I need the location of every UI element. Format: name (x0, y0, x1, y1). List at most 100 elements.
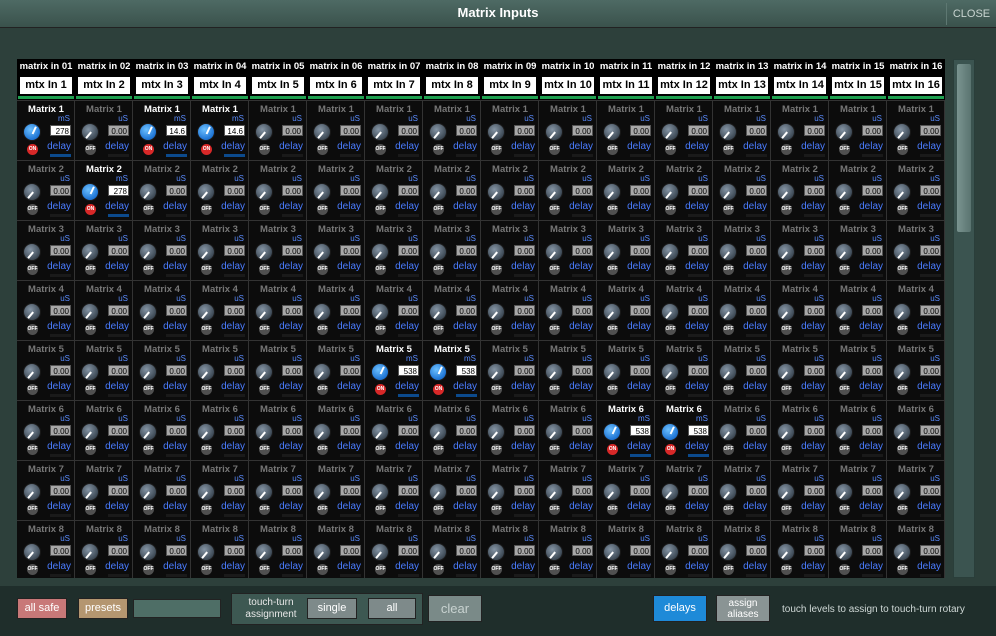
on-off-button[interactable]: OFF (723, 504, 734, 515)
matrix-cell[interactable]: Matrix 6 uS 0.00 OFF delay (191, 400, 249, 460)
matrix-cell[interactable]: Matrix 4 uS 0.00 OFF delay (655, 280, 713, 340)
on-off-button[interactable]: OFF (85, 144, 96, 155)
on-off-button[interactable]: OFF (85, 504, 96, 515)
delay-value[interactable]: 0.00 (340, 245, 361, 256)
delay-knob[interactable] (777, 423, 795, 441)
delay-value[interactable]: 0.00 (50, 425, 71, 436)
matrix-cell[interactable]: Matrix 8 uS 0.00 OFF delay (829, 520, 887, 578)
delay-value[interactable]: 0.00 (746, 485, 767, 496)
matrix-cell[interactable]: Matrix 8 uS 0.00 OFF delay (133, 520, 191, 578)
alias-label[interactable]: mtx In 16 (890, 77, 942, 94)
delay-knob[interactable] (835, 543, 853, 561)
delay-value[interactable]: 0.00 (514, 305, 535, 316)
on-off-button[interactable]: OFF (201, 384, 212, 395)
delay-value[interactable]: 0.00 (688, 365, 709, 376)
delay-value[interactable]: 0.00 (804, 185, 825, 196)
delay-value[interactable]: 0.00 (514, 185, 535, 196)
delay-value[interactable]: 0.00 (50, 245, 71, 256)
on-off-button[interactable]: OFF (839, 264, 850, 275)
delay-knob[interactable] (23, 483, 41, 501)
on-off-button[interactable]: OFF (27, 564, 38, 575)
matrix-cell[interactable]: Matrix 3 uS 0.00 OFF delay (17, 220, 75, 280)
matrix-cell[interactable]: Matrix 4 uS 0.00 OFF delay (249, 280, 307, 340)
on-off-button[interactable]: OFF (723, 564, 734, 575)
on-off-button[interactable]: OFF (259, 384, 270, 395)
delay-knob[interactable] (255, 183, 273, 201)
delay-knob[interactable] (545, 303, 563, 321)
on-off-button[interactable]: OFF (433, 204, 444, 215)
delay-knob[interactable] (255, 363, 273, 381)
delay-value[interactable]: 0.00 (572, 305, 593, 316)
delay-value[interactable]: 0.00 (224, 305, 245, 316)
delay-knob[interactable] (313, 363, 331, 381)
delay-value[interactable]: 0.00 (224, 425, 245, 436)
delay-knob[interactable] (81, 303, 99, 321)
delay-value[interactable]: 0.00 (50, 185, 71, 196)
matrix-cell[interactable]: Matrix 2 uS 0.00 OFF delay (133, 160, 191, 220)
on-off-button[interactable]: OFF (27, 444, 38, 455)
on-off-button[interactable]: OFF (143, 564, 154, 575)
matrix-cell[interactable]: Matrix 8 uS 0.00 OFF delay (307, 520, 365, 578)
matrix-cell[interactable]: Matrix 6 uS 0.00 OFF delay (75, 400, 133, 460)
delay-knob[interactable] (719, 363, 737, 381)
matrix-cell[interactable]: Matrix 4 uS 0.00 OFF delay (539, 280, 597, 340)
delay-knob[interactable] (23, 303, 41, 321)
matrix-cell[interactable]: Matrix 1 uS 0.00 OFF delay (829, 100, 887, 160)
matrix-cell[interactable]: Matrix 3 uS 0.00 OFF delay (481, 220, 539, 280)
delay-value[interactable]: 0.00 (456, 125, 477, 136)
matrix-cell[interactable]: Matrix 6 uS 0.00 OFF delay (17, 400, 75, 460)
delay-knob[interactable] (255, 543, 273, 561)
delay-knob[interactable] (371, 543, 389, 561)
delay-value[interactable]: 14.6 (166, 125, 187, 136)
delay-value[interactable]: 0.00 (920, 185, 941, 196)
matrix-cell[interactable]: Matrix 5 uS 0.00 OFF delay (655, 340, 713, 400)
delay-knob[interactable] (545, 183, 563, 201)
matrix-cell[interactable]: Matrix 5 mS 538 ON delay (423, 340, 481, 400)
alias-label[interactable]: mtx In 3 (136, 77, 188, 94)
on-off-button[interactable]: ON (665, 444, 676, 455)
delay-knob[interactable] (81, 123, 99, 141)
delay-value[interactable]: 0.00 (398, 485, 419, 496)
matrix-cell[interactable]: Matrix 4 uS 0.00 OFF delay (481, 280, 539, 340)
matrix-cell[interactable]: Matrix 4 uS 0.00 OFF delay (191, 280, 249, 340)
on-off-button[interactable]: OFF (723, 264, 734, 275)
delay-value[interactable]: 0.00 (920, 545, 941, 556)
on-off-button[interactable]: OFF (85, 444, 96, 455)
delay-value[interactable]: 0.00 (572, 185, 593, 196)
on-off-button[interactable]: ON (27, 144, 38, 155)
matrix-cell[interactable]: Matrix 7 uS 0.00 OFF delay (539, 460, 597, 520)
delay-knob[interactable] (139, 303, 157, 321)
delay-value[interactable]: 14.6 (224, 125, 245, 136)
delay-value[interactable]: 0.00 (746, 545, 767, 556)
matrix-cell[interactable]: Matrix 5 uS 0.00 OFF delay (713, 340, 771, 400)
delay-value[interactable]: 0.00 (224, 185, 245, 196)
on-off-button[interactable]: OFF (317, 324, 328, 335)
matrix-cell[interactable]: Matrix 1 uS 0.00 OFF delay (771, 100, 829, 160)
delay-value[interactable]: 0.00 (108, 125, 129, 136)
alias-label[interactable]: mtx In 4 (194, 77, 246, 94)
matrix-cell[interactable]: Matrix 1 uS 0.00 OFF delay (75, 100, 133, 160)
delay-knob[interactable] (139, 543, 157, 561)
on-off-button[interactable]: OFF (85, 564, 96, 575)
on-off-button[interactable]: OFF (317, 444, 328, 455)
delay-knob[interactable] (719, 183, 737, 201)
delay-value[interactable]: 0.00 (572, 545, 593, 556)
delay-value[interactable]: 0.00 (862, 245, 883, 256)
delay-value[interactable]: 0.00 (224, 365, 245, 376)
on-off-button[interactable]: OFF (491, 384, 502, 395)
delay-value[interactable]: 0.00 (688, 545, 709, 556)
all-safe-button[interactable]: all safe (17, 598, 67, 619)
delay-value[interactable]: 0.00 (572, 425, 593, 436)
delay-value[interactable]: 0.00 (862, 545, 883, 556)
delay-value[interactable]: 0.00 (862, 125, 883, 136)
delay-value[interactable]: 0.00 (398, 305, 419, 316)
delay-knob[interactable] (603, 183, 621, 201)
delay-value[interactable]: 0.00 (804, 365, 825, 376)
matrix-cell[interactable]: Matrix 6 uS 0.00 OFF delay (307, 400, 365, 460)
delay-knob[interactable] (23, 243, 41, 261)
on-off-button[interactable]: OFF (839, 504, 850, 515)
on-off-button[interactable]: ON (433, 384, 444, 395)
matrix-cell[interactable]: Matrix 5 uS 0.00 OFF delay (249, 340, 307, 400)
on-off-button[interactable]: OFF (897, 204, 908, 215)
delay-value[interactable]: 0.00 (514, 485, 535, 496)
